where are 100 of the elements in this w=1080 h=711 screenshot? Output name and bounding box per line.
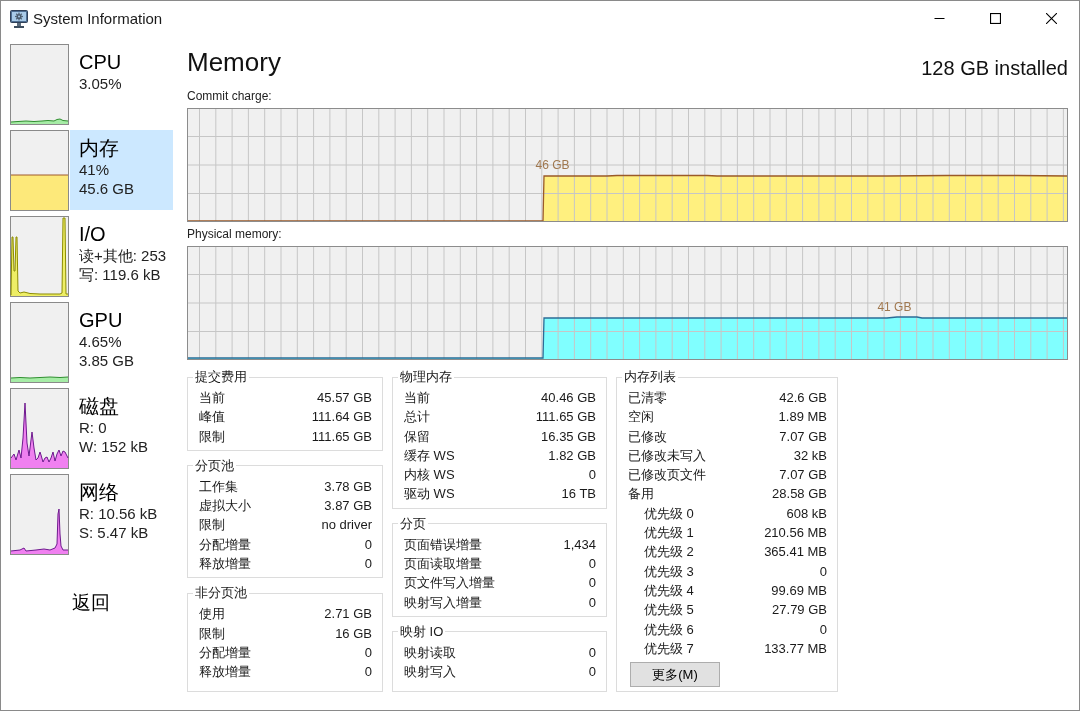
sidebar-item[interactable]: 内存 41% 45.6 GB (70, 130, 173, 210)
stat-value: 1.89 MB (778, 408, 827, 427)
stat-label: 缓存 WS (404, 446, 455, 465)
group-title: 分页 (399, 515, 427, 532)
stat-value: 365.41 MB (764, 543, 827, 562)
stat-label: 备用 (628, 485, 654, 504)
group-title: 映射 IO (399, 623, 445, 640)
stat-label: 峰值 (199, 408, 225, 427)
sidebar-item[interactable]: CPU 3.05% (70, 44, 173, 124)
stat-label: 页面错误增量 (404, 535, 482, 554)
stat-value: 2.71 GB (324, 605, 372, 624)
stat-value: 27.79 GB (772, 601, 827, 620)
stat-value: 0 (364, 663, 372, 682)
stat-label: 工作集 (199, 477, 238, 496)
stat-value: no driver (321, 516, 372, 535)
monitor-gear-icon (10, 9, 28, 28)
stat-label: 页文件写入增量 (404, 574, 495, 593)
stat-value: 45.57 GB (317, 389, 372, 407)
group-title: 内存列表 (623, 369, 677, 385)
stat-value: 99.69 MB (771, 581, 827, 600)
stat-value: 1.82 GB (548, 446, 596, 465)
stat-value: 1,434 (563, 535, 596, 554)
stat-value: 111.65 GB (535, 408, 596, 427)
stat-label: 优先级 2 (644, 543, 694, 562)
group-title: 非分页池 (194, 585, 248, 602)
stat-value: 133.77 MB (764, 639, 827, 658)
sidebar-item[interactable]: I/O 读+其他: 253 写: 119.6 kB (70, 216, 173, 296)
group-title: 物理内存 (399, 369, 453, 385)
stat-label: 分配增量 (199, 535, 251, 554)
stat-value: 0 (819, 620, 827, 639)
stat-value: 0 (588, 663, 596, 682)
stat-label: 已修改 (628, 427, 667, 446)
stat-label: 映射读取 (404, 643, 456, 662)
graph-value-label: 41 GB (877, 300, 912, 314)
stat-label: 优先级 7 (644, 639, 694, 658)
group-title: 提交费用 (194, 369, 248, 385)
stat-label: 限制 (199, 624, 225, 643)
stat-label: 保留 (404, 427, 430, 446)
stat-value: 0 (588, 593, 596, 612)
back-link[interactable]: 返回 (72, 591, 110, 615)
stat-value: 0 (819, 562, 827, 581)
stat-label: 限制 (199, 516, 225, 535)
stat-value: 210.56 MB (764, 524, 827, 543)
stat-value: 111.65 GB (311, 427, 372, 446)
stat-label: 分配增量 (199, 643, 251, 662)
stat-value: 0 (588, 643, 596, 662)
stat-label: 虚拟大小 (199, 497, 251, 516)
stat-label: 页面读取增量 (404, 555, 482, 574)
minimize-icon (933, 18, 945, 19)
stat-label: 优先级 6 (644, 620, 694, 639)
stat-label: 映射写入 (404, 663, 456, 682)
stat-label: 限制 (199, 427, 225, 446)
stat-label: 内核 WS (404, 466, 455, 485)
stat-label: 当前 (404, 389, 430, 407)
stat-label: 驱动 WS (404, 485, 455, 504)
stat-label: 使用 (199, 605, 225, 624)
stat-label: 空闲 (628, 408, 654, 427)
sidebar-item[interactable]: 磁盘 R: 0 W: 152 kB (70, 388, 173, 468)
stat-label: 已清零 (628, 389, 667, 407)
stat-value: 0 (588, 574, 596, 593)
installed-memory-text: 128 GB installed (921, 56, 1068, 80)
stat-value: 608 kB (786, 504, 827, 523)
graph-label: Physical memory: (187, 227, 282, 241)
stat-label: 总计 (404, 408, 430, 427)
stat-value: 16 GB (335, 624, 372, 643)
window-title: System Information (33, 10, 163, 27)
stat-value: 42.6 GB (779, 389, 827, 407)
stat-value: 16 TB (561, 485, 596, 504)
stat-label: 优先级 1 (644, 524, 694, 543)
stat-value: 3.87 GB (324, 497, 372, 516)
stat-value: 40.46 GB (541, 389, 596, 407)
stat-value: 3.78 GB (324, 477, 372, 496)
more-button[interactable]: 更多(M) (630, 662, 720, 688)
graph-label: Commit charge: (187, 89, 272, 103)
stat-value: 7.07 GB (779, 466, 827, 485)
graph-value-label: 46 GB (535, 158, 570, 172)
maximize-icon (989, 13, 1001, 24)
sidebar-item[interactable]: GPU 4.65% 3.85 GB (70, 302, 173, 382)
stat-label: 已修改页文件 (628, 466, 706, 485)
stat-value: 0 (364, 535, 372, 554)
stat-value: 32 kB (793, 446, 827, 465)
stat-value: 0 (588, 466, 596, 485)
close-icon (1045, 13, 1057, 24)
stat-label: 优先级 4 (644, 581, 694, 600)
stat-label: 映射写入增量 (404, 593, 482, 612)
stat-value: 7.07 GB (779, 427, 827, 446)
stat-value: 111.64 GB (311, 408, 372, 427)
group-title: 分页池 (194, 457, 235, 474)
stat-label: 优先级 0 (644, 504, 694, 523)
stat-label: 释放增量 (199, 555, 251, 574)
stat-label: 已修改未写入 (628, 446, 706, 465)
sidebar-item[interactable]: 网络 R: 10.56 kB S: 5.47 kB (70, 474, 173, 554)
stat-label: 释放增量 (199, 663, 251, 682)
page-title: Memory (187, 47, 281, 77)
stat-value: 0 (588, 555, 596, 574)
stat-value: 0 (364, 643, 372, 662)
stat-value: 16.35 GB (541, 427, 596, 446)
stat-label: 优先级 3 (644, 562, 694, 581)
stat-value: 0 (364, 555, 372, 574)
stat-label: 优先级 5 (644, 601, 694, 620)
